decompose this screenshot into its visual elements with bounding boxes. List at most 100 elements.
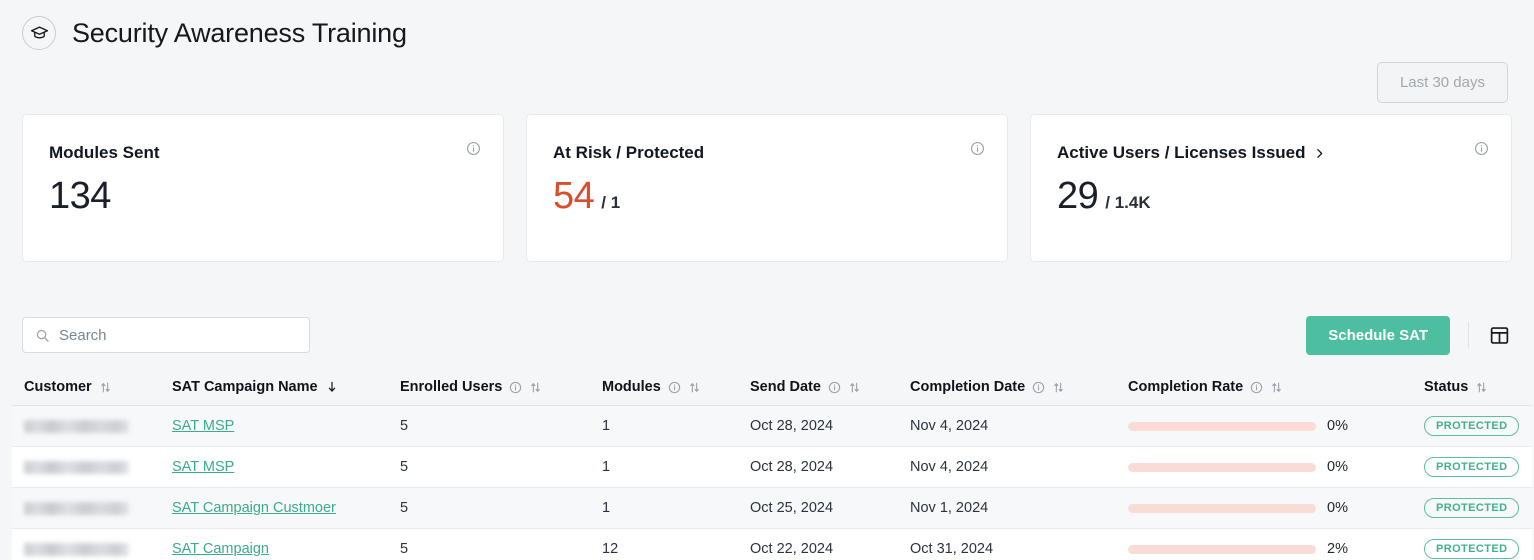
kpi-card-modules-sent: Modules Sent 134 — [22, 114, 504, 262]
campaign-link[interactable]: SAT Campaign Custmoer — [172, 500, 336, 516]
chevron-right-icon[interactable] — [1313, 147, 1326, 160]
kpi-value-group: 54 / 1 — [553, 177, 981, 215]
sort-desc-icon[interactable] — [325, 380, 339, 394]
column-label: Customer — [24, 379, 92, 395]
completion-rate-label: 0% — [1327, 500, 1348, 516]
date-range-row: Last 30 days — [0, 56, 1534, 108]
kpi-primary-value: 134 — [49, 175, 111, 217]
column-header-status[interactable]: Status — [1412, 371, 1532, 406]
kpi-title[interactable]: Active Users / Licenses Issued — [1057, 143, 1485, 163]
campaign-link[interactable]: SAT MSP — [172, 459, 234, 475]
cell-campaign[interactable]: SAT MSP — [160, 446, 388, 488]
kpi-title-text: Active Users / Licenses Issued — [1057, 143, 1306, 162]
sort-both-icon[interactable] — [99, 381, 112, 394]
cell-enrolled-users: 5 — [388, 528, 590, 560]
completion-rate-bar — [1128, 421, 1316, 431]
search-input[interactable] — [59, 326, 297, 344]
info-icon[interactable] — [1032, 381, 1045, 394]
cell-modules: 1 — [590, 405, 738, 447]
completion-rate-bar — [1128, 462, 1316, 472]
info-icon[interactable] — [466, 141, 481, 156]
cell-campaign[interactable]: SAT MSP — [160, 405, 388, 447]
cell-customer — [12, 405, 160, 447]
kpi-primary-value: 54 — [553, 175, 595, 217]
date-range-button[interactable]: Last 30 days — [1376, 61, 1508, 103]
table-row[interactable]: SAT Campaign 5 12 Oct 22, 2024 Oct 31, 2024 2… — [12, 528, 1532, 560]
column-header-sat-campaign-name[interactable]: SAT Campaign Name — [160, 371, 388, 406]
page-header: Security Awareness Training — [0, 0, 1534, 56]
completion-rate-bar — [1128, 503, 1316, 513]
kpi-secondary-value: / 1.4K — [1105, 193, 1151, 212]
table-row[interactable]: SAT Campaign Custmoer 5 1 Oct 25, 2024 Nov 1… — [12, 487, 1532, 529]
info-icon[interactable] — [509, 381, 522, 394]
sort-both-icon[interactable] — [688, 381, 701, 394]
cell-status: PROTECTED — [1412, 405, 1532, 447]
redacted-customer-name — [24, 460, 129, 474]
info-icon[interactable] — [1250, 381, 1263, 394]
toolbar-divider — [1468, 322, 1469, 348]
kpi-secondary-value: / 1 — [601, 193, 621, 212]
cell-modules: 12 — [590, 528, 738, 560]
cell-send-date: Oct 22, 2024 — [738, 528, 898, 560]
info-icon[interactable] — [970, 141, 985, 156]
sort-both-icon[interactable] — [848, 381, 861, 394]
sort-both-icon[interactable] — [1052, 381, 1065, 394]
table-row[interactable]: SAT MSP 5 1 Oct 28, 2024 Nov 4, 2024 0% PROTEC… — [12, 405, 1532, 447]
cell-completion-date: Nov 1, 2024 — [898, 487, 1116, 529]
sort-both-icon[interactable] — [529, 381, 542, 394]
cell-status: PROTECTED — [1412, 487, 1532, 529]
kpi-card-active-users-licenses[interactable]: Active Users / Licenses Issued 29 / 1.4K — [1030, 114, 1512, 262]
column-header-completion-rate[interactable]: Completion Rate — [1116, 371, 1412, 406]
cell-enrolled-users: 5 — [388, 405, 590, 447]
completion-rate-label: 0% — [1327, 459, 1348, 475]
kpi-title-text: Modules Sent — [49, 143, 160, 162]
sort-both-icon[interactable] — [1270, 381, 1283, 394]
column-header-completion-date[interactable]: Completion Date — [898, 371, 1116, 406]
column-header-customer[interactable]: Customer — [12, 371, 160, 406]
completion-rate-label: 2% — [1327, 541, 1348, 557]
column-label: Completion Rate — [1128, 379, 1244, 395]
sat-dashboard-page: Security Awareness Training Last 30 days… — [0, 0, 1534, 560]
sort-both-icon[interactable] — [1475, 381, 1488, 394]
kpi-primary-value: 29 — [1057, 175, 1099, 217]
status-badge: PROTECTED — [1424, 539, 1520, 559]
status-badge: PROTECTED — [1424, 498, 1520, 518]
cell-enrolled-users: 5 — [388, 487, 590, 529]
kpi-title: At Risk / Protected — [553, 143, 981, 163]
cell-customer — [12, 446, 160, 488]
cell-customer — [12, 487, 160, 529]
cell-send-date: Oct 28, 2024 — [738, 446, 898, 488]
sat-campaigns-table: Customer SAT Campaign Name Enrolled User… — [0, 371, 1534, 560]
info-icon[interactable] — [828, 381, 841, 394]
cell-campaign[interactable]: SAT Campaign Custmoer — [160, 487, 388, 529]
column-header-modules[interactable]: Modules — [590, 371, 738, 406]
status-badge: PROTECTED — [1424, 416, 1520, 436]
table-body: SAT MSP 5 1 Oct 28, 2024 Nov 4, 2024 0% PROTEC… — [12, 405, 1532, 560]
cell-campaign[interactable]: SAT Campaign — [160, 528, 388, 560]
column-label: Status — [1424, 379, 1469, 395]
table-row[interactable]: SAT MSP 5 1 Oct 28, 2024 Nov 4, 2024 0% PROTEC… — [12, 446, 1532, 488]
column-label: Modules — [602, 379, 661, 395]
cell-status: PROTECTED — [1412, 528, 1532, 560]
kpi-title: Modules Sent — [49, 143, 477, 163]
campaign-link[interactable]: SAT MSP — [172, 418, 234, 434]
cell-completion-rate: 2% — [1116, 528, 1412, 560]
info-icon[interactable] — [1474, 141, 1489, 156]
column-header-send-date[interactable]: Send Date — [738, 371, 898, 406]
column-header-enrolled-users[interactable]: Enrolled Users — [388, 371, 590, 406]
info-icon[interactable] — [668, 381, 681, 394]
redacted-customer-name — [24, 501, 129, 515]
search-box[interactable] — [22, 317, 310, 353]
column-label: Completion Date — [910, 379, 1026, 395]
kpi-card-row: Modules Sent 134 At Risk / Protected 54 … — [0, 114, 1534, 262]
page-title: Security Awareness Training — [72, 17, 407, 48]
schedule-sat-button[interactable]: Schedule SAT — [1306, 315, 1450, 355]
graduation-cap-icon — [22, 16, 56, 50]
kpi-card-at-risk-protected: At Risk / Protected 54 / 1 — [526, 114, 1008, 262]
column-label: SAT Campaign Name — [172, 379, 318, 395]
completion-rate-bar — [1128, 544, 1316, 554]
table-columns-icon[interactable] — [1487, 323, 1512, 348]
cell-send-date: Oct 25, 2024 — [738, 487, 898, 529]
column-label: Enrolled Users — [400, 379, 503, 395]
campaign-link[interactable]: SAT Campaign — [172, 541, 269, 557]
